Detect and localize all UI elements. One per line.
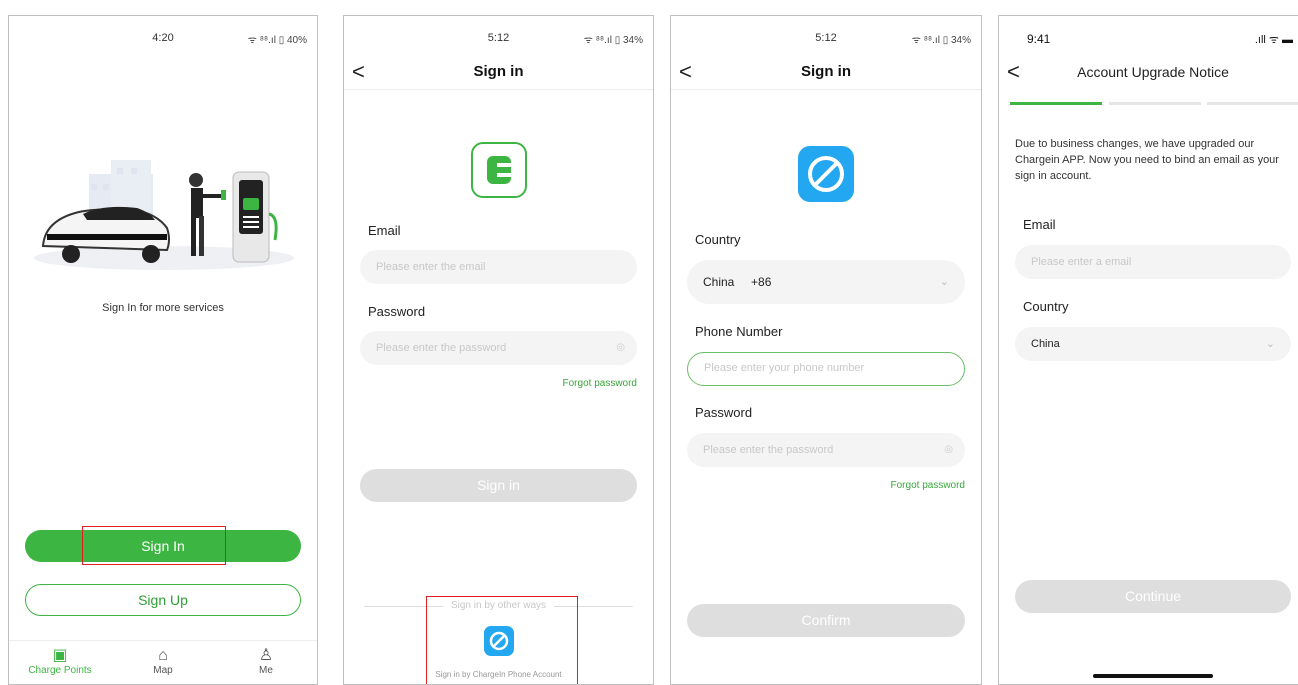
sign-up-button[interactable]: Sign Up bbox=[25, 584, 301, 616]
page-title: Sign in bbox=[801, 63, 851, 80]
country-code: +86 bbox=[751, 275, 772, 289]
chargein-logo-icon bbox=[798, 146, 854, 202]
nav-bar: < Sign in bbox=[671, 60, 981, 90]
password-field[interactable]: Please enter the password ◎ bbox=[687, 433, 965, 467]
chevron-down-icon: ⌄ bbox=[1265, 338, 1275, 350]
password-label: Password bbox=[368, 304, 426, 319]
password-field[interactable]: Please enter the password ◎ bbox=[360, 331, 637, 365]
nav-bar: < Account Upgrade Notice bbox=[999, 60, 1298, 90]
bottom-tab-bar: ▣ Charge Points ⌂ Map ♙ Me bbox=[9, 640, 317, 684]
chevron-down-icon: ⌄ bbox=[939, 276, 949, 288]
country-value: China bbox=[1031, 338, 1060, 350]
app-logo-icon bbox=[471, 142, 527, 198]
email-placeholder: Please enter a email bbox=[1031, 256, 1132, 268]
password-placeholder: Please enter the password bbox=[376, 342, 507, 354]
status-bar: 9:41 .ıll ᯤ ▬ bbox=[999, 32, 1298, 48]
phone-placeholder: Please enter your phone number bbox=[704, 362, 865, 374]
email-field[interactable]: Please enter a email bbox=[1015, 245, 1291, 279]
password-placeholder: Please enter the password bbox=[703, 444, 834, 456]
charge-point-icon: ▣ bbox=[52, 647, 68, 664]
confirm-button[interactable]: Confirm bbox=[687, 604, 965, 637]
status-icons: .ıll ᯤ ▬ bbox=[1254, 34, 1293, 46]
forgot-password-link[interactable]: Forgot password bbox=[563, 378, 637, 389]
password-label: Password bbox=[695, 405, 753, 420]
email-label: Email bbox=[368, 223, 401, 238]
progress-step-3 bbox=[1207, 102, 1298, 105]
phone-number-field[interactable]: Please enter your phone number bbox=[687, 352, 965, 386]
nav-bar: < Sign in bbox=[344, 60, 653, 90]
status-icons: ᯤ ⁸⁸.ıl ▯ 34% bbox=[583, 35, 643, 46]
continue-button[interactable]: Continue bbox=[1015, 580, 1291, 613]
tab-label: Map bbox=[153, 665, 173, 676]
phone-sign-in-screen: 5:12 ᯤ ⁸⁸.ıl ▯ 34% < Sign in Country Chi… bbox=[670, 15, 982, 685]
highlight-box bbox=[426, 596, 578, 684]
highlight-box bbox=[82, 526, 226, 565]
account-upgrade-screen: 9:41 .ıll ᯤ ▬ < Account Upgrade Notice D… bbox=[998, 15, 1298, 685]
email-placeholder: Please enter the email bbox=[376, 261, 486, 273]
tab-me[interactable]: ♙ Me bbox=[221, 641, 311, 676]
email-label: Email bbox=[1023, 217, 1056, 232]
country-select[interactable]: China ⌄ bbox=[1015, 327, 1291, 361]
status-icons: ᯤ ⁸⁸.ıl ▯ 34% bbox=[911, 35, 971, 46]
status-time: 9:41 bbox=[1027, 32, 1051, 46]
eye-icon[interactable]: ◎ bbox=[944, 433, 953, 467]
home-indicator bbox=[1093, 674, 1213, 678]
progress-step-2 bbox=[1109, 102, 1201, 105]
progress-step-1 bbox=[1010, 102, 1102, 105]
status-bar: 5:12 ᯤ ⁸⁸.ıl ▯ 34% bbox=[671, 32, 981, 48]
tab-map[interactable]: ⌂ Map bbox=[118, 641, 208, 676]
home-screen: 4:20 ᯤ ⁸⁸.ıl ▯ 40% Sign In for more serv… bbox=[8, 15, 318, 685]
tab-label: Me bbox=[259, 665, 273, 676]
country-select[interactable]: China +86 ⌄ bbox=[687, 260, 965, 304]
email-field[interactable]: Please enter the email bbox=[360, 250, 637, 284]
sign-in-tagline: Sign In for more services bbox=[102, 302, 224, 314]
page-title: Sign in bbox=[473, 63, 524, 80]
tab-label: Charge Points bbox=[28, 665, 92, 676]
status-icons: ᯤ ⁸⁸.ıl ▯ 40% bbox=[247, 35, 307, 46]
forgot-password-link[interactable]: Forgot password bbox=[891, 480, 965, 491]
map-icon: ⌂ bbox=[158, 647, 168, 664]
ev-charging-illustration bbox=[34, 160, 294, 270]
status-bar: 4:20 ᯤ ⁸⁸.ıl ▯ 40% bbox=[9, 32, 317, 48]
country-value: China bbox=[703, 275, 735, 289]
page-title: Account Upgrade Notice bbox=[1077, 64, 1229, 80]
country-label: Country bbox=[1023, 299, 1069, 314]
country-label: Country bbox=[695, 232, 741, 247]
tab-charge-points[interactable]: ▣ Charge Points bbox=[15, 641, 105, 676]
email-sign-in-screen: 5:12 ᯤ ⁸⁸.ıl ▯ 34% < Sign in Email Pleas… bbox=[343, 15, 654, 685]
person-icon: ♙ bbox=[258, 647, 274, 664]
phone-label: Phone Number bbox=[695, 324, 783, 339]
eye-icon[interactable]: ◎ bbox=[616, 331, 625, 365]
status-bar: 5:12 ᯤ ⁸⁸.ıl ▯ 34% bbox=[344, 32, 653, 48]
upgrade-notice-text: Due to business changes, we have upgrade… bbox=[1015, 138, 1279, 182]
sign-in-button[interactable]: Sign in bbox=[360, 469, 637, 502]
